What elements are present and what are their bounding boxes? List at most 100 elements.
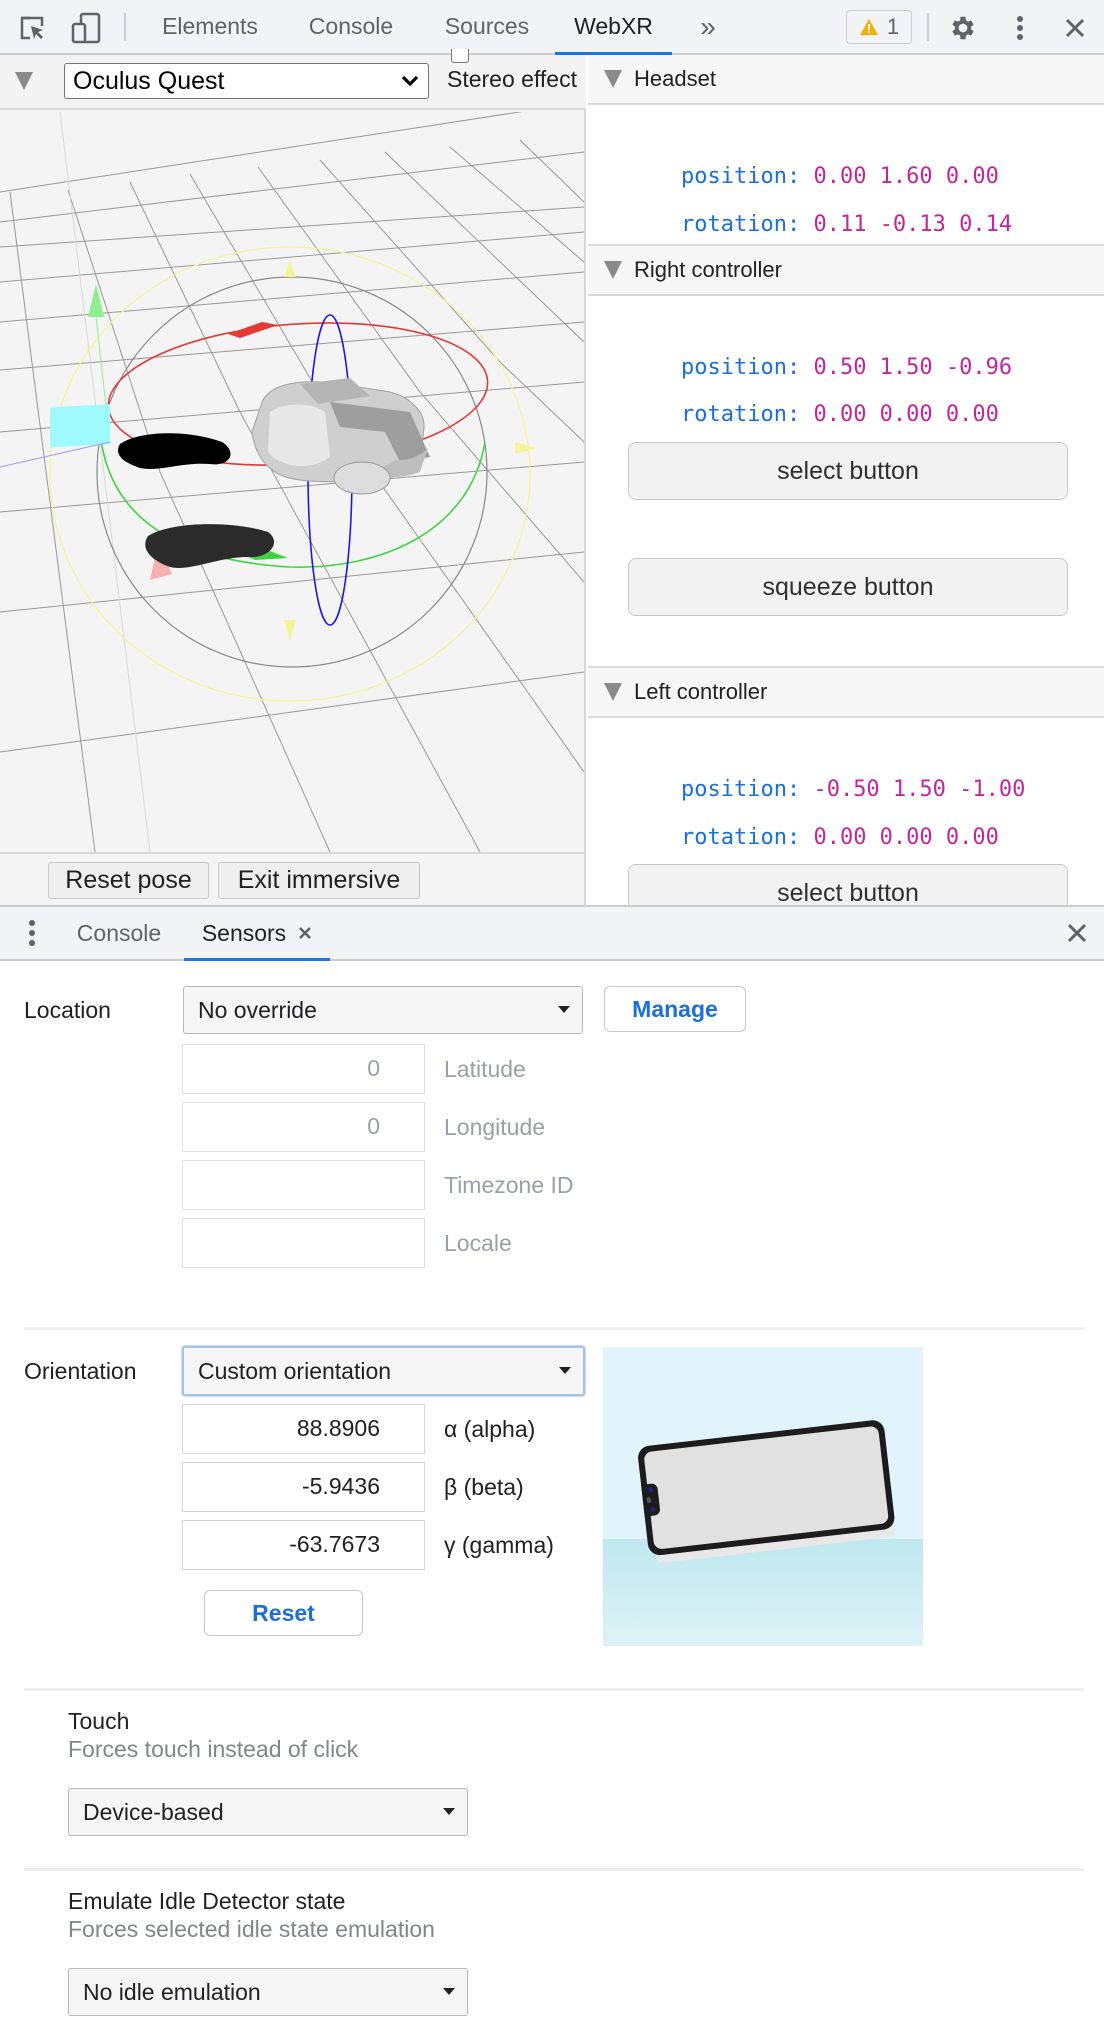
timezone-input[interactable] xyxy=(182,1160,425,1210)
orientation-preview[interactable] xyxy=(603,1347,923,1646)
gear-icon xyxy=(952,16,974,40)
location-select[interactable]: No override xyxy=(183,986,583,1034)
xr-actions-bar: Reset pose Exit immersive xyxy=(0,852,584,905)
alpha-label: α (alpha) xyxy=(444,1416,536,1442)
property-value[interactable]: 0.00 0.00 0.00 xyxy=(813,825,998,850)
gamma-input[interactable]: -63.7673 xyxy=(182,1520,425,1570)
tab-label: Sensors xyxy=(201,919,287,946)
caret-down-icon xyxy=(443,1808,455,1815)
xr-3d-scene[interactable] xyxy=(0,112,584,852)
timezone-label: Timezone ID xyxy=(444,1172,574,1198)
property-value[interactable]: 0.00 0.00 0.00 xyxy=(813,402,998,427)
collapse-triangle-icon[interactable] xyxy=(15,72,33,90)
toolbar-divider xyxy=(927,13,929,41)
caret-down-icon xyxy=(443,1988,455,1995)
headset-section-header[interactable]: Headset xyxy=(588,55,1104,105)
device-select-value: Oculus Quest xyxy=(73,66,225,95)
device-select[interactable]: Oculus Quest xyxy=(64,63,429,99)
phone-model[interactable] xyxy=(603,1347,923,1646)
drawer-tab-console[interactable]: Console xyxy=(60,907,178,959)
property-key: rotation: xyxy=(680,212,801,237)
kebab-menu-icon xyxy=(29,920,35,946)
close-devtools-button[interactable] xyxy=(1059,12,1091,44)
latitude-input[interactable]: 0 xyxy=(182,1044,425,1094)
longitude-input[interactable]: 0 xyxy=(182,1102,425,1152)
orientation-select[interactable]: Custom orientation xyxy=(182,1346,585,1396)
stereo-effect-checkbox[interactable] xyxy=(451,49,469,63)
locale-label: Locale xyxy=(444,1230,512,1256)
touch-description: Forces touch instead of click xyxy=(68,1736,359,1762)
touch-select[interactable]: Device-based xyxy=(68,1788,468,1836)
right-controller-model xyxy=(145,524,275,568)
idle-select-value: No idle emulation xyxy=(83,1978,261,2005)
close-icon xyxy=(1065,18,1085,38)
headset-model xyxy=(251,378,430,495)
section-title: Left controller xyxy=(634,679,768,704)
tab-elements[interactable]: Elements xyxy=(148,0,272,53)
tab-console[interactable]: Console xyxy=(290,0,412,53)
caret-down-icon xyxy=(558,1006,570,1013)
location-select-value: No override xyxy=(198,996,317,1023)
right-squeeze-button[interactable]: squeeze button xyxy=(628,558,1068,616)
longitude-label: Longitude xyxy=(444,1114,546,1140)
property-key: rotation: xyxy=(680,402,801,427)
right-controller-rotation: rotation: 0.00 0.00 0.00 xyxy=(628,377,999,452)
drawer-tab-sensors[interactable]: Sensors xyxy=(184,907,330,961)
warnings-badge[interactable]: 1 xyxy=(846,10,912,44)
manage-locations-button[interactable]: Manage xyxy=(604,986,746,1032)
orientation-reset-button[interactable]: Reset xyxy=(204,1590,363,1636)
expand-triangle-icon xyxy=(604,70,622,88)
caret-down-icon xyxy=(559,1367,571,1374)
gizmo-cyan-plane xyxy=(50,404,110,448)
left-select-button[interactable]: select button xyxy=(628,864,1068,905)
exit-immersive-button[interactable]: Exit immersive xyxy=(218,862,420,899)
webxr-device-panel: Headset position: 0.00 1.60 0.00 rotatio… xyxy=(588,55,1104,905)
stereo-effect-label: Stereo effect xyxy=(447,66,577,92)
inspect-element-icon xyxy=(20,16,44,40)
section-divider xyxy=(24,1868,1084,1871)
orientation-select-value: Custom orientation xyxy=(198,1357,392,1384)
tab-webxr[interactable]: WebXR xyxy=(555,0,672,55)
property-value[interactable]: -0.50 1.50 -1.00 xyxy=(813,777,1025,802)
idle-description: Forces selected idle state emulation xyxy=(68,1916,435,1942)
gizmo-red-handle xyxy=(228,322,278,338)
warning-icon xyxy=(859,19,878,35)
locale-input[interactable] xyxy=(182,1218,425,1268)
tab-sources[interactable]: Sources xyxy=(430,0,544,53)
section-divider xyxy=(24,1327,1084,1330)
webxr-viewport-pane: Oculus Quest Stereo effect Reset pose Ex… xyxy=(0,49,586,905)
orientation-label: Orientation xyxy=(24,1358,137,1384)
reset-pose-button[interactable]: Reset pose xyxy=(48,862,209,899)
section-title: Headset xyxy=(634,66,716,91)
left-controller-model xyxy=(118,433,231,469)
property-value[interactable]: 0.11 -0.13 0.14 xyxy=(813,212,1012,237)
tab-label: Console xyxy=(76,919,162,946)
idle-select[interactable]: No idle emulation xyxy=(68,1968,468,2016)
gizmo-green-arrow xyxy=(88,284,104,317)
inspect-element-button[interactable] xyxy=(17,12,49,44)
gamma-label: γ (gamma) xyxy=(444,1532,554,1558)
property-key: rotation: xyxy=(680,825,801,850)
left-controller-section-header[interactable]: Left controller xyxy=(588,666,1104,718)
alpha-input[interactable]: 88.8906 xyxy=(182,1404,425,1454)
idle-title: Emulate Idle Detector state xyxy=(68,1888,346,1914)
section-title: Right controller xyxy=(634,257,782,282)
kebab-menu-icon xyxy=(1017,16,1023,40)
webxr-toolbar: Oculus Quest Stereo effect xyxy=(0,49,586,110)
property-key: position: xyxy=(680,164,801,189)
drawer-menu-button[interactable] xyxy=(28,919,36,952)
right-select-button[interactable]: select button xyxy=(628,442,1068,500)
close-drawer-button[interactable] xyxy=(1066,922,1088,949)
customize-menu-button[interactable] xyxy=(1004,12,1036,44)
right-controller-section-header[interactable]: Right controller xyxy=(588,244,1104,296)
more-tabs-button[interactable]: » xyxy=(690,0,726,53)
beta-input[interactable]: -5.9436 xyxy=(182,1462,425,1512)
close-tab-icon[interactable] xyxy=(298,926,312,940)
device-toolbar-button[interactable] xyxy=(70,12,102,44)
settings-button[interactable] xyxy=(947,12,979,44)
location-label: Location xyxy=(24,997,111,1023)
floor-grid xyxy=(0,112,584,852)
devtools-toolbar: Elements Console Sources WebXR » 1 xyxy=(0,0,1104,55)
scene-canvas[interactable] xyxy=(0,112,584,852)
property-value[interactable]: 0.00 1.60 0.00 xyxy=(813,164,998,189)
